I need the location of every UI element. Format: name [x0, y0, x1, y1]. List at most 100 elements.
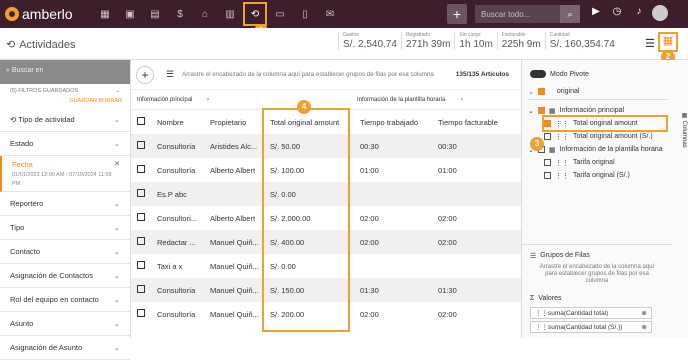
- tree-item-original-rate-soles[interactable]: ⋮⋮ Tarifa original (S/.): [544, 169, 688, 182]
- row-checkbox[interactable]: [137, 309, 145, 317]
- clear-filters-button[interactable]: BORRAR: [98, 98, 122, 104]
- pivot-mode-toggle[interactable]: Modo Pivote: [530, 68, 688, 80]
- remove-icon[interactable]: ⊗: [642, 323, 647, 331]
- drag-handle-icon[interactable]: ⋮⋮: [535, 309, 548, 317]
- chevron-down-icon: ⌄: [114, 248, 120, 256]
- invoice-icon[interactable]: $: [173, 7, 187, 21]
- row-checkbox[interactable]: [137, 165, 145, 173]
- table-icon: ▦: [548, 146, 556, 154]
- filter-activity-type[interactable]: ⟲ Tipo de actividad ⌄: [0, 108, 130, 132]
- bank-icon[interactable]: ⌂: [198, 7, 212, 21]
- briefcase-icon[interactable]: ▤: [148, 7, 162, 21]
- badge-4: 4: [297, 100, 311, 114]
- tree-item-total-original[interactable]: ⋮⋮ Total original amount: [542, 115, 668, 132]
- global-search[interactable]: Buscar todo... ⌕: [475, 5, 580, 23]
- tree-item-original-rate[interactable]: ⋮⋮ Tarifa original: [544, 156, 688, 169]
- chevron-left-icon[interactable]: ‹: [461, 97, 463, 103]
- activities-title-icon: ⟲: [6, 39, 16, 51]
- col-header-name[interactable]: Nombre: [151, 110, 204, 134]
- grid-toolbar: + ☰ Arrastre el encabezado de la columna…: [131, 60, 521, 90]
- page-title: ⟲ Actividades: [6, 38, 76, 52]
- play-icon[interactable]: ▶: [589, 6, 603, 20]
- grid-view-icon[interactable]: ▦: [658, 32, 678, 52]
- group-icon: ☰: [166, 69, 175, 79]
- toggle-switch[interactable]: [530, 70, 546, 78]
- columns-tab-icon: ▦: [681, 112, 687, 121]
- col-header-owner[interactable]: Propietario: [204, 110, 264, 134]
- value-item[interactable]: ⋮⋮ suma(Cantidad total) ⊗: [530, 307, 652, 319]
- tree-checkbox[interactable]: [544, 172, 551, 179]
- row-checkbox[interactable]: [137, 189, 145, 197]
- tree-group-timesheet[interactable]: ⌄ ▦ Información de la plantilla horaria: [528, 143, 688, 156]
- add-row-button[interactable]: +: [136, 65, 154, 84]
- drag-handle-icon[interactable]: ⋮⋮: [555, 159, 569, 167]
- drag-handle-icon[interactable]: ⋮⋮: [555, 133, 569, 141]
- contacts-icon[interactable]: ▣: [123, 7, 137, 21]
- chevron-down-icon: ⌄: [114, 320, 120, 328]
- highlight-total-column: [262, 108, 350, 332]
- filter-matter[interactable]: Asunto ⌄: [0, 312, 130, 336]
- stat-registrado: Registrado 271h 39m: [400, 32, 454, 50]
- drag-handle-icon[interactable]: ⋮⋮: [555, 120, 569, 128]
- save-filters-button[interactable]: GUARDAR: [69, 98, 97, 104]
- activity-icon: ⟲: [10, 115, 19, 124]
- row-checkbox[interactable]: [137, 261, 145, 269]
- columns-side-tab[interactable]: ▦ Columnas: [674, 100, 688, 160]
- mail-icon[interactable]: ✉: [323, 7, 337, 21]
- tree-checkbox[interactable]: [544, 159, 551, 166]
- filter-contact[interactable]: Contacto ⌄: [0, 240, 130, 264]
- col-header-time-billable[interactable]: Tiempo facturable: [432, 110, 521, 134]
- chevron-down-icon: ⌄: [114, 296, 120, 304]
- add-button[interactable]: +: [447, 4, 467, 24]
- activities-icon[interactable]: ⟲: [243, 2, 267, 26]
- remove-icon[interactable]: ⊗: [642, 309, 647, 317]
- column-search: ⌄ original: [528, 84, 668, 100]
- row-groups-title: ☰ Grupos de Filas: [530, 252, 590, 260]
- row-checkbox[interactable]: [137, 141, 145, 149]
- dashboard-icon[interactable]: ▦: [98, 7, 112, 21]
- tree-group-main[interactable]: ⌄ ▦ Información principal: [528, 104, 688, 117]
- drag-handle-icon[interactable]: ⋮⋮: [535, 323, 548, 331]
- chevron-down-icon[interactable]: ⌄: [528, 88, 534, 96]
- value-item[interactable]: ⋮⋮ suma(Cantidad total (S/.)) ⊗: [530, 321, 652, 333]
- chevron-right-icon[interactable]: ›: [207, 97, 357, 103]
- values-title: Σ Valores: [530, 295, 562, 302]
- stat-cantidad: Cantidad S/. 160,354.74: [544, 32, 619, 50]
- column-search-input[interactable]: original: [557, 88, 580, 95]
- bell-icon[interactable]: ♪: [632, 6, 646, 20]
- drag-handle-icon[interactable]: ⋮⋮: [555, 172, 569, 180]
- filter-matter-assignment[interactable]: Asignación de Asunto ⌄: [0, 336, 130, 360]
- stats-bar: Gastos S/. 2,540.74 Registrado 271h 39m Si…: [338, 32, 619, 50]
- row-checkbox[interactable]: [137, 237, 145, 245]
- document-icon[interactable]: ▯: [298, 7, 312, 21]
- select-all-checkbox[interactable]: [137, 117, 145, 125]
- column-groups: Información principal › Información de la…: [131, 90, 521, 110]
- app-logo[interactable]: amberlo: [5, 6, 87, 22]
- tree-checkbox[interactable]: [544, 120, 551, 127]
- avatar[interactable]: [652, 5, 668, 21]
- filter-search-input[interactable]: ⌕ Buscar en: [0, 60, 130, 84]
- group-icon: ☰: [530, 252, 537, 260]
- filter-date[interactable]: Fecha 01/01/2023 12:00 AM - 07/10/2024 11…: [0, 156, 130, 192]
- filter-status[interactable]: Estado ⌄: [0, 132, 130, 156]
- row-checkbox[interactable]: [137, 285, 145, 293]
- filter-actions: GUARDAR BORRAR: [0, 98, 130, 108]
- tree-checkbox[interactable]: [544, 133, 551, 140]
- search-icon[interactable]: ⌕: [560, 5, 580, 23]
- filter-type[interactable]: Tipo ⌄: [0, 216, 130, 240]
- list-view-icon[interactable]: ☰: [645, 37, 655, 50]
- filter-contact-assignment[interactable]: Asignación de Contactos ⌄: [0, 264, 130, 288]
- saved-filters[interactable]: (5) FILTROS GUARDADOS ⌄: [0, 84, 130, 98]
- timer-icon[interactable]: ◷: [610, 6, 624, 20]
- filter-reporter[interactable]: Reportero ⌄: [0, 192, 130, 216]
- close-icon[interactable]: ✕: [114, 160, 120, 168]
- row-checkbox[interactable]: [137, 213, 145, 221]
- filter-team-role[interactable]: Rol del equipo en contacto ⌄: [0, 288, 130, 312]
- tree-item-total-original-soles[interactable]: ⋮⋮ Total original amount (S/.): [544, 130, 688, 143]
- folder-icon[interactable]: ▭: [273, 7, 287, 21]
- select-all-checkbox[interactable]: [537, 88, 545, 95]
- badge-3: 3: [530, 137, 544, 151]
- tree-checkbox[interactable]: [537, 107, 545, 114]
- calendar-icon[interactable]: ▥: [223, 7, 237, 21]
- col-header-time-worked[interactable]: Tiempo trabajado: [354, 110, 432, 134]
